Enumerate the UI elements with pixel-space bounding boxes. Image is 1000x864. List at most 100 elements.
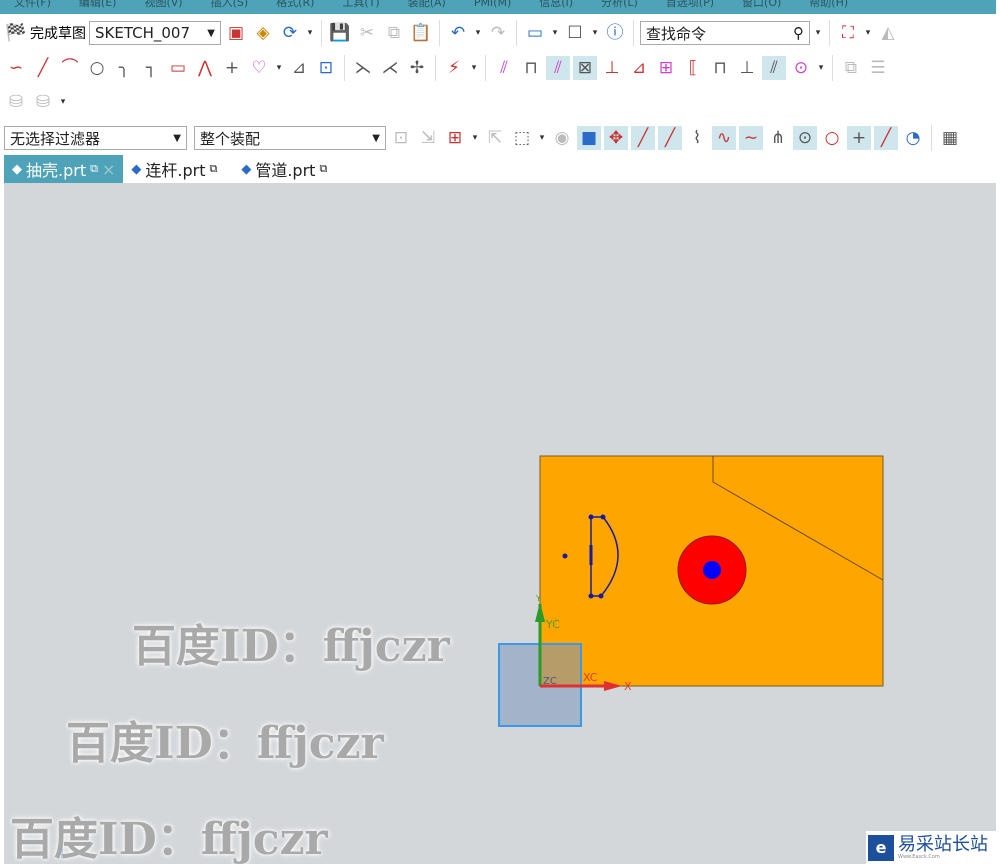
end-point-icon[interactable]: ╱ bbox=[631, 126, 655, 150]
menu-item[interactable]: 信息(I) bbox=[539, 0, 573, 10]
chamfer-icon[interactable]: ┐ bbox=[139, 56, 163, 80]
arc-center-icon[interactable]: ⊙ bbox=[793, 126, 817, 150]
assembly-component-icon[interactable]: ⛁ bbox=[31, 90, 55, 114]
graphics-viewport[interactable]: YC XC ZC X Y Z 百度ID：ffjczr 百度ID：ffjczr 百… bbox=[4, 183, 996, 864]
redo-icon[interactable]: ↷ bbox=[486, 21, 510, 45]
chevron-down-icon[interactable]: ▾ bbox=[469, 63, 479, 73]
menu-item[interactable]: 格式(R) bbox=[276, 0, 314, 10]
show-constraints-icon[interactable]: ⊥ bbox=[600, 56, 624, 80]
face-select-icon[interactable]: ◉ bbox=[550, 126, 574, 150]
menu-item[interactable]: 首选项(P) bbox=[666, 0, 714, 10]
chevron-down-icon[interactable]: ▾ bbox=[473, 28, 483, 38]
animate-dimension-icon[interactable]: ⊞ bbox=[654, 56, 678, 80]
menu-item[interactable]: 工具(T) bbox=[342, 0, 379, 10]
copy-icon[interactable]: ⧉ bbox=[382, 21, 406, 45]
auto-constraint-icon[interactable]: ⫽ bbox=[546, 56, 570, 80]
offset-curve-icon[interactable]: ♡ bbox=[247, 56, 271, 80]
box-select-icon[interactable]: ⬚ bbox=[510, 126, 534, 150]
selection-filter-select[interactable]: 无选择过滤器 ▼ bbox=[4, 126, 187, 150]
profile-icon[interactable]: ∽ bbox=[4, 56, 28, 80]
fast-dimension-icon[interactable]: ⚡ bbox=[442, 56, 466, 80]
rectangle-icon[interactable]: ▭ bbox=[166, 56, 190, 80]
menu-item[interactable]: 文件(F) bbox=[14, 0, 51, 10]
tangent-icon[interactable]: ⋔ bbox=[766, 126, 790, 150]
fillet-icon[interactable]: ╮ bbox=[112, 56, 136, 80]
geometric-constraint-icon[interactable]: ⫽ bbox=[492, 56, 516, 80]
window-icon[interactable]: ☐ bbox=[563, 21, 587, 45]
quick-trim-icon[interactable]: ⋋ bbox=[351, 56, 375, 80]
assembly-icon[interactable]: ⛁ bbox=[4, 90, 28, 114]
assembly-scope-select[interactable]: 整个装配 ▼ bbox=[194, 126, 386, 150]
body-select-icon[interactable]: ■ bbox=[577, 126, 601, 150]
line-icon[interactable]: ╱ bbox=[31, 56, 55, 80]
quadrant-icon[interactable]: ○ bbox=[820, 126, 844, 150]
control-point-icon[interactable]: ⌇ bbox=[685, 126, 709, 150]
command-search-input[interactable]: 查找命令 ⚲ bbox=[640, 21, 810, 45]
chevron-down-icon[interactable]: ▾ bbox=[816, 63, 826, 73]
search-icon[interactable]: ⚲ bbox=[793, 24, 804, 42]
undo-icon[interactable]: ↶ bbox=[446, 21, 470, 45]
circle-icon[interactable]: ○ bbox=[85, 56, 109, 80]
layer-copy-icon[interactable]: ⧉ bbox=[839, 56, 863, 80]
filter-reset-icon[interactable]: ⊡ bbox=[389, 126, 413, 150]
point-on-curve-icon[interactable]: ╱ bbox=[874, 126, 898, 150]
chevron-down-icon[interactable]: ▾ bbox=[550, 28, 560, 38]
dimension-constraint-icon[interactable]: ⊓ bbox=[519, 56, 543, 80]
menu-item[interactable]: 视图(V) bbox=[144, 0, 182, 10]
create-inferred-icon[interactable]: ⫽ bbox=[762, 56, 786, 80]
menu-bar[interactable]: 文件(F) 编辑(E) 视图(V) 插入(S) 格式(R) 工具(T) 装配(A) PMI(M… bbox=[0, 0, 996, 14]
deselect-icon[interactable]: ⇱ bbox=[483, 126, 507, 150]
sketch-name-select[interactable]: SKETCH_007 ▼ bbox=[89, 21, 221, 45]
inferred-constraints-icon[interactable]: ⊥ bbox=[735, 56, 759, 80]
finish-sketch-button[interactable]: 🏁 完成草图 bbox=[4, 21, 86, 45]
reattach-icon[interactable]: ◈ bbox=[251, 21, 275, 45]
point-on-surface-icon[interactable]: ◔ bbox=[901, 126, 925, 150]
chevron-down-icon[interactable]: ▾ bbox=[305, 28, 315, 38]
menu-item[interactable]: 帮助(H) bbox=[809, 0, 848, 10]
make-corner-icon[interactable]: ✢ bbox=[405, 56, 429, 80]
cut-icon[interactable]: ✂ bbox=[355, 21, 379, 45]
quick-extend-icon[interactable]: ⋌ bbox=[378, 56, 402, 80]
point-icon[interactable]: + bbox=[220, 56, 244, 80]
existing-point-icon[interactable]: + bbox=[847, 126, 871, 150]
type-filter-icon[interactable]: ⊞ bbox=[443, 126, 467, 150]
tab-shell[interactable]: ◆ 抽壳.prt ⧉ × bbox=[4, 155, 124, 183]
alternate-solution-icon[interactable]: ⊓ bbox=[708, 56, 732, 80]
arc-icon[interactable]: ⌒ bbox=[58, 56, 82, 80]
info-icon[interactable]: ⓘ bbox=[603, 21, 627, 45]
snap-point-icon[interactable]: ✥ bbox=[604, 126, 628, 150]
shading-icon[interactable]: ◭ bbox=[876, 21, 900, 45]
trim-icon[interactable]: ⊿ bbox=[287, 56, 311, 80]
menu-item[interactable]: 装配(A) bbox=[408, 0, 446, 10]
save-icon[interactable]: 💾 bbox=[328, 21, 352, 45]
curve-point-icon[interactable]: ∼ bbox=[739, 126, 763, 150]
continuous-auto-dimension-icon[interactable]: ⊠ bbox=[573, 56, 597, 80]
remove-constraints-icon[interactable]: ⊿ bbox=[627, 56, 651, 80]
menu-item[interactable]: 分析(L) bbox=[601, 0, 638, 10]
tab-pipe[interactable]: ◆ 管道.prt ⧉ bbox=[233, 155, 335, 183]
chevron-down-icon[interactable]: ▾ bbox=[470, 133, 480, 143]
chevron-down-icon[interactable]: ▾ bbox=[58, 97, 68, 107]
tab-connecting-rod[interactable]: ◆ 连杆.prt ⧉ bbox=[123, 155, 225, 183]
chevron-down-icon[interactable]: ▾ bbox=[813, 28, 823, 38]
paste-icon[interactable]: 📋 bbox=[409, 21, 433, 45]
select-all-icon[interactable]: ⇲ bbox=[416, 126, 440, 150]
convert-reference-icon[interactable]: ⟦ bbox=[681, 56, 705, 80]
chevron-down-icon[interactable]: ▾ bbox=[863, 28, 873, 38]
chevron-down-icon[interactable]: ▾ bbox=[537, 133, 547, 143]
view-orientation-icon[interactable]: ▭ bbox=[523, 21, 547, 45]
update-model-icon[interactable]: ⟳ bbox=[278, 21, 302, 45]
mid-point-icon[interactable]: ╱ bbox=[658, 126, 682, 150]
chevron-down-icon[interactable]: ▾ bbox=[274, 63, 284, 73]
menu-item[interactable]: PMI(M) bbox=[474, 0, 511, 9]
chevron-down-icon[interactable]: ▾ bbox=[590, 28, 600, 38]
layer-settings-icon[interactable]: ☰ bbox=[866, 56, 890, 80]
menu-item[interactable]: 窗口(O) bbox=[742, 0, 781, 10]
orient-view-icon[interactable]: ▣ bbox=[224, 21, 248, 45]
close-icon[interactable]: × bbox=[102, 160, 115, 179]
intersection-icon[interactable]: ∿ bbox=[712, 126, 736, 150]
menu-item[interactable]: 插入(S) bbox=[211, 0, 249, 10]
polygon-icon[interactable]: ⋀ bbox=[193, 56, 217, 80]
relations-browser-icon[interactable]: ⊙ bbox=[789, 56, 813, 80]
menu-item[interactable]: 编辑(E) bbox=[79, 0, 117, 10]
